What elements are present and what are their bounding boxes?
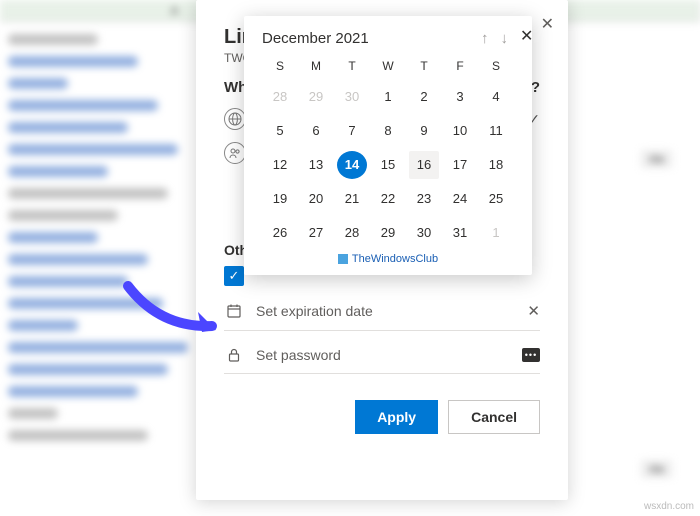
prev-month-icon[interactable]: ↑ <box>475 30 495 47</box>
calendar-day[interactable]: 26 <box>265 219 295 247</box>
annotation-arrow <box>120 278 230 343</box>
calendar-day[interactable]: 17 <box>445 151 475 179</box>
password-generate-icon[interactable]: ••• <box>522 348 540 362</box>
calendar-day[interactable]: 28 <box>265 83 295 111</box>
apply-button[interactable]: Apply <box>355 400 438 434</box>
dow-label: F <box>442 55 478 77</box>
calendar-day[interactable]: 30 <box>337 83 367 111</box>
dow-label: T <box>334 55 370 77</box>
calendar-day[interactable]: 8 <box>373 117 403 145</box>
date-picker: December 2021 ↑ ↓ SMTWTFS282930123456789… <box>244 16 532 275</box>
cancel-button[interactable]: Cancel <box>448 400 540 434</box>
calendar-day[interactable]: 6 <box>301 117 331 145</box>
calendar-day-selected[interactable]: 14 <box>337 151 367 179</box>
calendar-day[interactable]: 16 <box>409 151 439 179</box>
calendar-day[interactable]: 5 <box>265 117 295 145</box>
calendar-day[interactable]: 13 <box>301 151 331 179</box>
watermark-icon <box>338 254 348 264</box>
calendar-day[interactable]: 31 <box>445 219 475 247</box>
calendar-day[interactable]: 7 <box>337 117 367 145</box>
password-field[interactable]: Set password ••• <box>224 337 540 374</box>
close-icon[interactable]: ✕ <box>541 14 554 34</box>
dow-label: T <box>406 55 442 77</box>
calendar-day[interactable]: 1 <box>373 83 403 111</box>
globe-icon <box>224 108 246 130</box>
expiration-label: Set expiration date <box>256 303 515 319</box>
calendar-close-icon[interactable]: ✕ <box>516 22 537 50</box>
watermark: TheWindowsClub <box>262 253 514 265</box>
calendar-day[interactable]: 24 <box>445 185 475 213</box>
lock-icon <box>224 347 244 363</box>
calendar-day[interactable]: 22 <box>373 185 403 213</box>
permission-tag: rite <box>641 150 672 168</box>
clear-expiration-icon[interactable]: ✕ <box>527 302 540 320</box>
calendar-day[interactable]: 21 <box>337 185 367 213</box>
dow-label: S <box>262 55 298 77</box>
calendar-day[interactable]: 12 <box>265 151 295 179</box>
expiration-field[interactable]: Set expiration date ✕ <box>224 292 540 331</box>
calendar-day[interactable]: 1 <box>481 219 511 247</box>
calendar-day[interactable]: 30 <box>409 219 439 247</box>
calendar-day[interactable]: 19 <box>265 185 295 213</box>
calendar-day[interactable]: 29 <box>373 219 403 247</box>
dow-label: M <box>298 55 334 77</box>
people-icon <box>224 142 246 164</box>
next-month-icon[interactable]: ↓ <box>495 30 515 47</box>
dow-label: W <box>370 55 406 77</box>
calendar-day[interactable]: 18 <box>481 151 511 179</box>
calendar-day[interactable]: 10 <box>445 117 475 145</box>
image-credit: wsxdn.com <box>644 501 694 512</box>
calendar-day[interactable]: 23 <box>409 185 439 213</box>
permission-tag: rite <box>641 460 672 478</box>
calendar-day[interactable]: 4 <box>481 83 511 111</box>
password-label: Set password <box>256 347 510 363</box>
calendar-title[interactable]: December 2021 <box>262 30 475 47</box>
calendar-day[interactable]: 20 <box>301 185 331 213</box>
calendar-day[interactable]: 29 <box>301 83 331 111</box>
calendar-day[interactable]: 3 <box>445 83 475 111</box>
calendar-day[interactable]: 15 <box>373 151 403 179</box>
calendar-day[interactable]: 9 <box>409 117 439 145</box>
calendar-day[interactable]: 11 <box>481 117 511 145</box>
calendar-day[interactable]: 27 <box>301 219 331 247</box>
calendar-day[interactable]: 25 <box>481 185 511 213</box>
dow-label: S <box>478 55 514 77</box>
calendar-day[interactable]: 28 <box>337 219 367 247</box>
calendar-day[interactable]: 2 <box>409 83 439 111</box>
